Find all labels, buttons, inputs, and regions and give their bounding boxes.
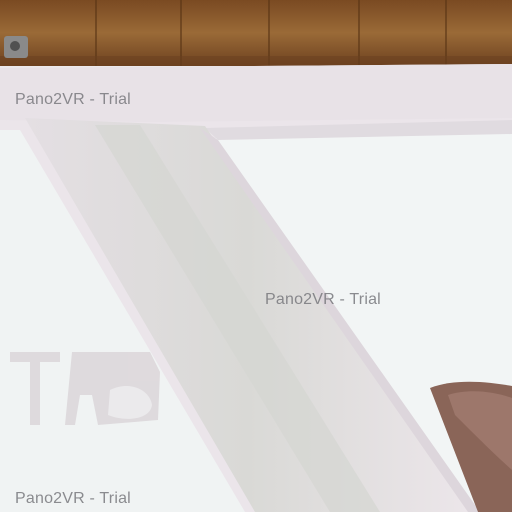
wood-wall — [0, 0, 512, 66]
panorama-image — [0, 0, 512, 512]
screw — [4, 36, 28, 58]
panorama-viewer[interactable]: Pano2VR - Trial Pano2VR - Trial Pano2VR … — [0, 0, 512, 512]
frame-top-band — [0, 64, 512, 122]
